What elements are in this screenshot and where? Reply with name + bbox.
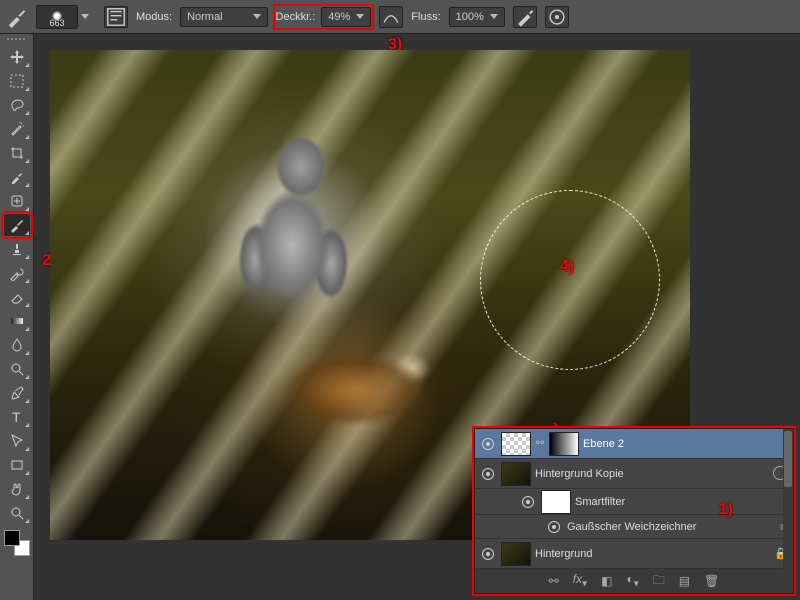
options-bar: 663 Modus: Normal Deckkr.: 49% Fluss: 10… bbox=[0, 0, 800, 34]
layer-name[interactable]: Ebene 2 bbox=[583, 438, 789, 450]
brush-cursor-outline bbox=[480, 190, 660, 370]
blend-mode-value: Normal bbox=[187, 11, 222, 23]
brush-preset-picker[interactable]: 663 bbox=[36, 5, 78, 29]
new-group-icon[interactable]: 🗀 bbox=[653, 571, 665, 592]
layer-row[interactable]: Hintergrund🔒 bbox=[475, 539, 793, 569]
layer-row[interactable]: Gaußscher Weichzeichner≡ bbox=[475, 515, 793, 539]
layer-name[interactable]: Gaußscher Weichzeichner bbox=[567, 521, 789, 533]
hand-tool[interactable] bbox=[4, 478, 30, 500]
fx-icon[interactable]: fx▾ bbox=[573, 572, 587, 589]
layer-row[interactable]: ⚯ Ebene 2 bbox=[475, 429, 793, 459]
color-swatches[interactable] bbox=[4, 530, 30, 556]
visibility-toggle[interactable] bbox=[519, 496, 537, 508]
layer-thumbnail bbox=[501, 542, 531, 566]
layers-panel-footer: ⚯ fx▾ ◧ ◐▾ 🗀 ▤ 🗑 bbox=[475, 569, 793, 593]
visibility-toggle[interactable] bbox=[479, 468, 497, 480]
link-icon: ⚯ bbox=[535, 438, 545, 449]
layer-name[interactable]: Smartfilter bbox=[575, 496, 789, 508]
flow-label: Fluss: bbox=[411, 11, 440, 23]
move-tool[interactable] bbox=[4, 46, 30, 68]
layer-name[interactable]: Hintergrund bbox=[535, 548, 769, 560]
visibility-toggle[interactable] bbox=[479, 548, 497, 560]
pen-tool[interactable] bbox=[4, 382, 30, 404]
add-mask-icon[interactable]: ◧ bbox=[601, 574, 612, 588]
layers-panel: ⚯ Ebene 2 Hintergrund Kopie Smartfilter Gauß… bbox=[474, 428, 794, 594]
flow-value: 100% bbox=[456, 11, 484, 23]
palette-grip[interactable] bbox=[0, 34, 33, 44]
pressure-opacity-toggle[interactable] bbox=[379, 6, 403, 28]
brush-tool[interactable] bbox=[4, 214, 30, 236]
eraser-tool[interactable] bbox=[4, 286, 30, 308]
history-brush-tool[interactable] bbox=[4, 262, 30, 284]
figure-knight bbox=[220, 130, 370, 360]
visibility-toggle[interactable] bbox=[479, 438, 497, 450]
layer-name[interactable]: Hintergrund Kopie bbox=[535, 468, 789, 480]
eyedropper-tool[interactable] bbox=[4, 166, 30, 188]
link-layers-icon[interactable]: ⚯ bbox=[549, 574, 559, 588]
mask-thumbnail bbox=[541, 490, 571, 514]
lasso-tool[interactable] bbox=[4, 94, 30, 116]
layers-scrollbar[interactable] bbox=[783, 429, 793, 569]
opacity-group: Deckkr.: 49% bbox=[276, 7, 372, 27]
mode-label: Modus: bbox=[136, 11, 172, 23]
opacity-input[interactable]: 49% bbox=[321, 7, 371, 27]
gradient-tool[interactable] bbox=[4, 310, 30, 332]
brush-size-value: 663 bbox=[49, 18, 64, 28]
airbrush-toggle[interactable] bbox=[513, 6, 537, 28]
brush-panel-toggle[interactable] bbox=[104, 6, 128, 28]
clone-stamp-tool[interactable] bbox=[4, 238, 30, 260]
blur-tool[interactable] bbox=[4, 334, 30, 356]
magic-wand-tool[interactable] bbox=[4, 118, 30, 140]
tool-palette: T bbox=[0, 34, 34, 600]
rectangle-tool[interactable] bbox=[4, 454, 30, 476]
layer-row[interactable]: Smartfilter bbox=[475, 489, 793, 515]
layer-thumbnail bbox=[501, 462, 531, 486]
adjustment-layer-icon[interactable]: ◐▾ bbox=[626, 572, 638, 589]
flow-input[interactable]: 100% bbox=[449, 7, 505, 27]
delete-layer-icon[interactable]: 🗑 bbox=[704, 574, 719, 588]
svg-text:T: T bbox=[12, 409, 21, 425]
opacity-value: 49% bbox=[328, 11, 350, 23]
current-tool-icon bbox=[6, 6, 28, 28]
mask-thumbnail[interactable] bbox=[549, 432, 579, 456]
type-tool[interactable]: T bbox=[4, 406, 30, 428]
visibility-toggle[interactable] bbox=[545, 521, 563, 533]
dodge-tool[interactable] bbox=[4, 358, 30, 380]
layer-row[interactable]: Hintergrund Kopie bbox=[475, 459, 793, 489]
marquee-tool[interactable] bbox=[4, 70, 30, 92]
opacity-label: Deckkr.: bbox=[276, 11, 316, 23]
blend-mode-dropdown[interactable]: Normal bbox=[180, 7, 267, 27]
healing-brush-tool[interactable] bbox=[4, 190, 30, 212]
new-layer-icon[interactable]: ▤ bbox=[679, 574, 690, 588]
figure-lying bbox=[250, 330, 460, 450]
path-selection-tool[interactable] bbox=[4, 430, 30, 452]
crop-tool[interactable] bbox=[4, 142, 30, 164]
foreground-color-swatch[interactable] bbox=[4, 530, 20, 546]
zoom-tool[interactable] bbox=[4, 502, 30, 524]
layer-thumbnail bbox=[501, 432, 531, 456]
pressure-size-toggle[interactable] bbox=[545, 6, 569, 28]
